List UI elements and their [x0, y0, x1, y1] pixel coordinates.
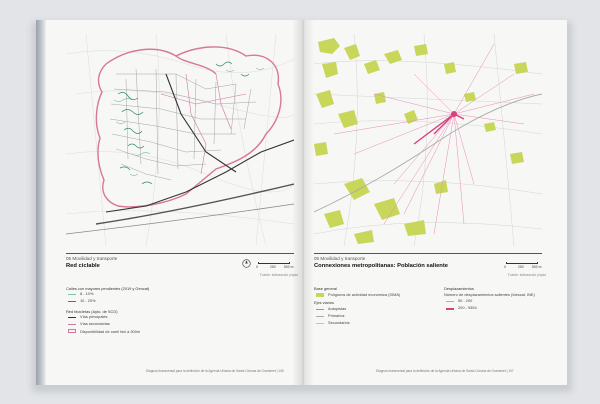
legend-slope-2-swatch: [68, 301, 76, 302]
legend-bike-secondary-swatch: [68, 324, 76, 325]
legend-availability-swatch: [68, 329, 76, 333]
scale-label-250: 250: [270, 265, 276, 269]
map-credit: Fuente: elaboración propia: [508, 273, 546, 277]
legend-slope-1-swatch: [68, 294, 76, 295]
scale-bar: [506, 262, 538, 264]
legend-road-secondary: Secundarios: [328, 320, 350, 325]
legend-flow-high: 200 - 9394: [458, 305, 477, 310]
map-title: Red ciclable: [66, 263, 100, 269]
legend-bike-main: Vías principales: [80, 314, 108, 319]
legend-road-primary-swatch: [316, 316, 324, 317]
scale-label-500: 500 m: [532, 265, 542, 269]
scale-label-250: 250: [518, 265, 524, 269]
open-book: 05 Movilidad y transporte Red ciclable 0…: [36, 20, 567, 385]
map-title: Connexiones metropolitanas: Población sa…: [314, 263, 448, 269]
legend-road-primary: Primarios: [328, 313, 345, 318]
legend-polygon-swatch: [316, 293, 324, 297]
legend-flow-low-swatch: [446, 301, 454, 302]
legend-roads-title: Ejes viarios: [314, 300, 334, 305]
legend-flows-title: Desplazamientos: [444, 286, 474, 291]
left-footer: Diagnosi transversal para la definición …: [146, 369, 284, 373]
legend-road-secondary-swatch: [316, 323, 324, 324]
north-arrow-icon: [242, 259, 251, 268]
left-page: 05 Movilidad y transporte Red ciclable 0…: [36, 20, 300, 385]
legend-bike-main-swatch: [68, 317, 76, 318]
metropolitan-flows-map: [314, 34, 542, 246]
right-page: 05 Movilidad y transporte Connexiones me…: [300, 20, 567, 385]
section-label: 05 Movilidad y transporte: [314, 256, 366, 261]
legend-flow-low: 50 - 200: [458, 298, 473, 303]
book-gutter: [292, 20, 314, 385]
legend-road-highway: Autopistas: [328, 306, 347, 311]
section-rule: [314, 253, 542, 254]
right-footer: Diagnosi transversal para la definición …: [376, 369, 514, 373]
legend-polygon: Polígonos de actividad económica (SIMA): [328, 292, 401, 297]
scale-label-0: 0: [256, 265, 258, 269]
scale-bar: [258, 262, 290, 264]
section-label: 05 Movilidad y transporte: [66, 256, 118, 261]
legend-base-title: Base general: [314, 286, 337, 291]
legend-bike-secondary: Vías secundarias: [80, 321, 110, 326]
legend-slopes-title: Calles con mayores pendientes (2019 y Ge…: [66, 286, 150, 291]
bike-network-map: [66, 34, 294, 246]
legend-road-highway-swatch: [316, 309, 324, 310]
scale-label-0: 0: [504, 265, 506, 269]
page-edge: [36, 20, 46, 385]
section-rule: [66, 253, 294, 254]
legend-flow-high-swatch: [446, 308, 454, 310]
legend-flows-subtitle: Número de desplazamientos salientes (Ide…: [444, 292, 535, 297]
legend-slope-1: 8 - 10%: [80, 291, 94, 296]
legend-slope-2: 10 - 20%: [80, 298, 96, 303]
legend-availability: Disponibilidad de carril bici a 300m: [80, 329, 141, 334]
